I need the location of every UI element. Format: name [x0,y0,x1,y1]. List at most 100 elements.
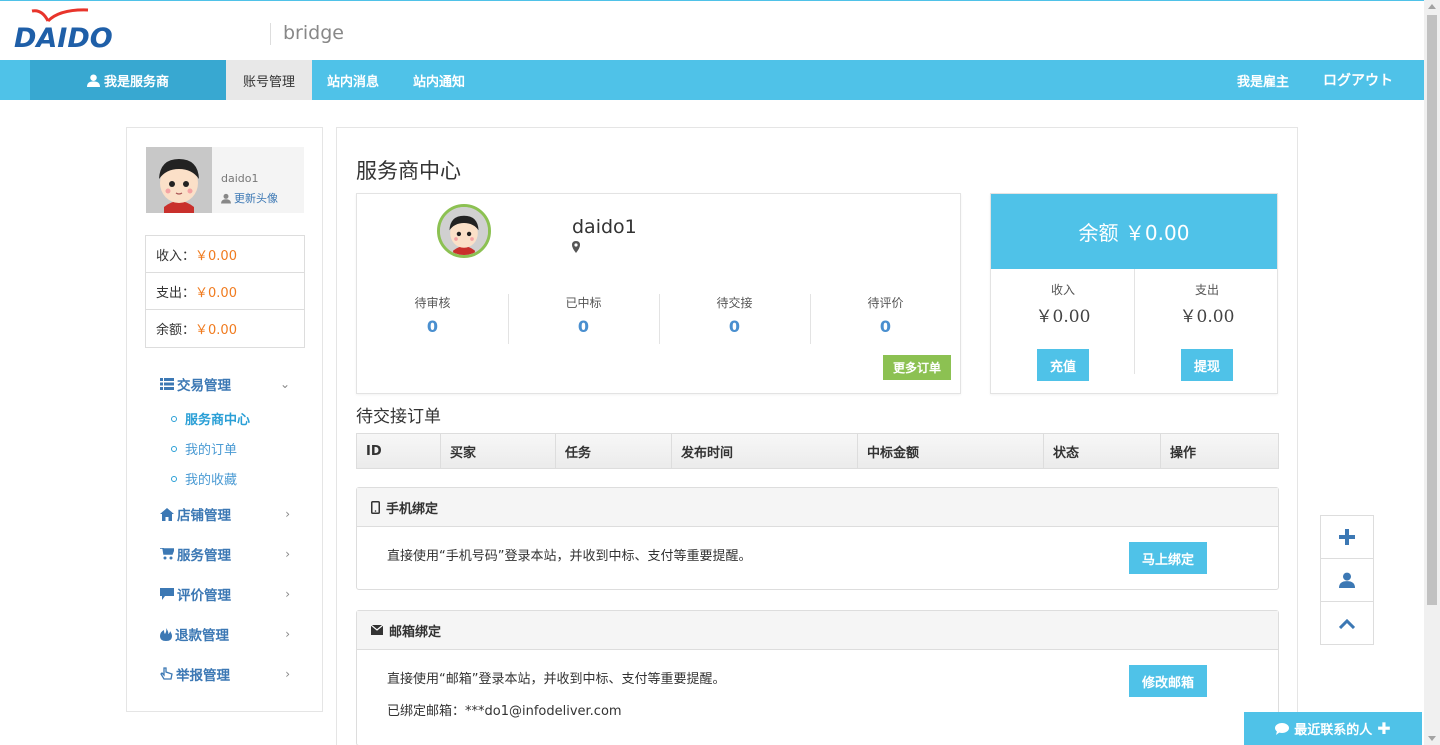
expense-value: ￥0.00 [195,285,237,301]
income-value: ￥0.00 [195,248,237,264]
sidebar-item-service-management[interactable]: 服务管理 › [160,544,290,564]
column-header-bid-amount[interactable]: 中标金额 [858,434,1044,468]
chevron-up-icon [1339,618,1355,629]
profile-username: daido1 [221,172,259,185]
bound-email-text: 已绑定邮箱：***do1@infodeliver.com [387,704,622,719]
page-scrollbar[interactable] [1424,0,1440,745]
sidebar-item-label: 交易管理 [177,378,231,394]
profile-card: daido1 更新头像 [146,147,304,213]
update-avatar-link[interactable]: 更新头像 [221,190,278,206]
header-divider [270,23,271,45]
column-header-actions[interactable]: 操作 [1161,434,1278,468]
sidebar: daido1 更新头像 收入： ￥0.00 支出： ￥0.00 余额： ￥0.0… [126,127,323,712]
sidebar-item-shop-management[interactable]: 店铺管理 › [160,504,290,524]
plus-icon: ✚ [1377,719,1391,738]
chevron-right-icon: › [285,627,290,641]
stat-label: 已中标 [565,296,602,310]
pending-orders-title: 待交接订单 [356,407,441,427]
phone-bind-title: 手机绑定 [386,501,439,517]
bind-phone-button[interactable]: 马上绑定 [1129,542,1207,574]
chevron-right-icon: › [285,587,290,601]
sidebar-item-refund-management[interactable]: 退款管理 › [160,624,290,644]
balance-panel: 余额 ￥0.00 收入 ￥0.00 充值 支出 ￥0.00 提现 [990,193,1278,394]
user-icon [86,73,100,87]
chevron-right-icon: › [285,507,290,521]
stat-pending-review[interactable]: 待审核 0 [357,294,508,344]
list-icon [160,378,174,390]
chat-bubble-icon [1275,722,1290,735]
scroll-thumb[interactable] [1427,15,1437,605]
stat-value: 0 [728,317,741,336]
floating-toolbar [1320,515,1374,645]
column-header-publish-time[interactable]: 发布时间 [672,434,858,468]
nav-logout[interactable]: ログアウト [1323,60,1393,100]
column-header-id[interactable]: ID [357,434,441,468]
avatar-cartoon-icon [146,147,212,213]
recent-contacts-bar[interactable]: 最近联系的人 ✚ [1244,712,1422,745]
sidebar-item-label: 退款管理 [175,628,229,644]
back-to-top-button[interactable] [1321,602,1373,645]
more-orders-button[interactable]: 更多订单 [883,355,951,380]
email-bind-panel: 邮箱绑定 直接使用“邮箱”登录本站，并收到中标、支付等重要提醒。 已绑定邮箱：*… [356,610,1279,745]
sidebar-subitem-provider-center[interactable]: 服务商中心 [171,409,250,428]
user-icon [1339,572,1355,588]
column-header-status[interactable]: 状态 [1044,434,1161,468]
scroll-down-arrow-icon[interactable] [1428,736,1436,741]
daido-logo[interactable]: DAIDO [14,7,124,57]
withdraw-button[interactable]: 提现 [1181,349,1233,381]
expense-label: 支出 [1194,283,1219,297]
column-header-buyer[interactable]: 买家 [441,434,556,468]
stat-value: 0 [577,317,590,336]
avatar[interactable] [146,147,212,213]
nav-site-messages[interactable]: 站内消息 [327,60,379,100]
provider-username: daido1 [572,216,637,238]
sidebar-item-trade-management[interactable]: 交易管理 ⌄ [160,374,290,394]
scroll-up-arrow-icon[interactable] [1428,4,1436,9]
profile-button[interactable] [1321,559,1373,602]
order-stats-panel: daido1 待审核 0 已中标 0 待交接 0 待评价 0 更多订单 [356,193,961,394]
sidebar-subitem-my-favorites[interactable]: 我的收藏 [171,469,237,488]
stat-label: 待审核 [414,296,451,310]
add-button[interactable] [1321,516,1373,559]
balance-total: 余额 ￥0.00 [991,194,1277,269]
sidebar-subitem-my-orders[interactable]: 我的订单 [171,439,237,458]
expense-row: 支出： ￥0.00 [146,273,304,310]
nav-employer-switch[interactable]: 我是雇主 [1237,60,1289,100]
sidebar-item-review-management[interactable]: 评价管理 › [160,584,290,604]
header-subtitle: bridge [283,22,344,44]
nav-role-switch[interactable]: 我是服务商 [30,60,226,100]
bullet-icon [171,415,177,422]
balance-label: 余额： [156,323,196,338]
phone-bind-header: 手机绑定 [357,488,1278,527]
mobile-phone-icon [371,500,380,514]
email-bind-description: 直接使用“邮箱”登录本站，并收到中标、支付等重要提醒。 [387,672,726,687]
chevron-right-icon: › [285,667,290,681]
stat-won-bid[interactable]: 已中标 0 [508,294,659,344]
expense-column: 支出 ￥0.00 提现 [1135,269,1279,394]
pending-orders-table-header: ID 买家 任务 发布时间 中标金额 状态 操作 [356,433,1279,469]
page-title: 服务商中心 [356,159,461,183]
change-email-button[interactable]: 修改邮箱 [1129,665,1207,697]
location-pin-icon [572,241,580,253]
stat-value: 0 [426,317,439,336]
home-icon [160,507,174,521]
cart-icon [160,548,174,560]
stat-pending-rating[interactable]: 待评价 0 [810,294,961,344]
nav-site-notices[interactable]: 站内通知 [413,60,465,100]
sidebar-item-report-management[interactable]: 举报管理 › [160,664,290,684]
recent-contacts-label: 最近联系的人 [1294,723,1373,738]
sidebar-item-label: 服务管理 [177,548,231,564]
sidebar-item-label: 店铺管理 [177,508,231,524]
avatar[interactable] [437,204,491,258]
stat-pending-handover[interactable]: 待交接 0 [659,294,810,344]
income-label: 收入 [1050,283,1075,297]
stat-label: 待交接 [716,296,753,310]
column-header-task[interactable]: 任务 [556,434,672,468]
income-column: 收入 ￥0.00 充值 [991,269,1135,394]
update-avatar-label: 更新头像 [234,192,278,205]
recharge-button[interactable]: 充值 [1037,349,1089,381]
nav-account-management[interactable]: 账号管理 [226,60,312,100]
site-header: DAIDO bridge [0,1,1424,60]
sidebar-subitem-label: 服务商中心 [185,413,251,428]
sidebar-balances: 收入： ￥0.00 支出： ￥0.00 余额： ￥0.00 [145,235,305,348]
